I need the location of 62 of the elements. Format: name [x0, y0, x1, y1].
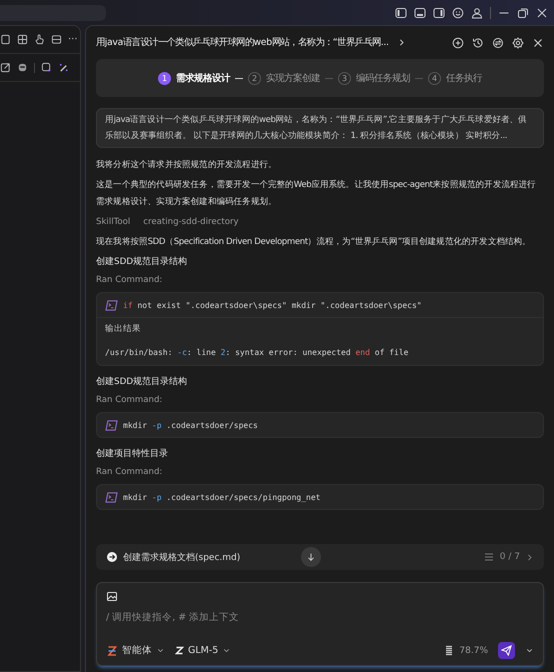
chat-sparkle-icon[interactable]: [41, 62, 52, 73]
arrow-circle-icon: [106, 551, 118, 563]
context-usage: 78.7%: [459, 646, 488, 656]
task-count: 0 / 7: [500, 552, 520, 562]
account-icon[interactable]: [471, 6, 483, 18]
new-chat-icon[interactable]: [452, 36, 464, 48]
task-label: 创建需求规格文档(spec.md): [123, 552, 240, 564]
step-heading: 创建项目特性目录: [96, 448, 169, 461]
message-text: 现在我将按照SDD（Specification Driven Development）流程，为“世界乒乓网”项目创建规范化的开发文档结构。: [96, 236, 532, 249]
command-label: Ran Command:: [96, 394, 164, 407]
tool-name: SkillTool: [96, 216, 130, 229]
sync-icon[interactable]: [492, 36, 504, 48]
output-label: 输出结果: [105, 323, 142, 336]
hand-pointer-icon[interactable]: [34, 34, 45, 45]
step-tab[interactable]: 1 需求规格设计: [158, 72, 230, 84]
output-text: /usr/bin/bash: -c: line 2: syntax error: unexpected end of file: [105, 348, 408, 357]
step-tab[interactable]: 4 任务执行: [428, 72, 482, 84]
grid-icon[interactable]: [17, 34, 28, 45]
image-icon[interactable]: [106, 591, 118, 603]
step-tab[interactable]: 2 实现方案创建: [248, 72, 320, 84]
model-selector[interactable]: GLM-5: [175, 645, 232, 656]
more-button[interactable]: ···: [68, 34, 78, 45]
message-text: 这是一个典型的代码研发任务，需要开发一个完整的Web应用系统。让我使用spec-agent来按照规范的开发流程进行需求规格设计、实现方案创建和编码任务规划。: [96, 178, 537, 209]
command-label: Ran Command:: [96, 466, 164, 479]
terminal-icon: [105, 492, 118, 502]
settings-icon[interactable]: [512, 36, 524, 48]
chevron-right-icon[interactable]: [525, 552, 534, 562]
command-text: mkdir -p .codeartsdoer/specs/pingpong_net: [123, 492, 320, 502]
panel-bottom-icon[interactable]: [414, 6, 426, 18]
terminal-icon: [105, 300, 118, 310]
tool-value: creating-sdd-directory: [143, 216, 239, 229]
open-external-icon[interactable]: [0, 62, 11, 73]
terminal-icon: [105, 420, 118, 430]
agent-logo-icon: [106, 644, 118, 656]
scroll-down-button[interactable]: [301, 547, 321, 567]
step-tab[interactable]: 3 编码任务规划: [338, 72, 410, 84]
smiley-icon[interactable]: [452, 6, 464, 18]
model-logo-icon: [175, 646, 184, 655]
command-text: if not exist ".codeartsdoer\specs" mkdir ".codeartsdoer\specs": [123, 300, 422, 310]
agent-selector[interactable]: 智能体: [106, 644, 165, 657]
send-button[interactable]: [498, 642, 515, 659]
history-icon[interactable]: [472, 36, 484, 48]
magic-wand-icon[interactable]: [58, 62, 69, 73]
list-icon: [482, 551, 495, 563]
split-icon[interactable]: [51, 34, 62, 45]
sidebar-right-icon[interactable]: [433, 6, 445, 18]
close-icon[interactable]: [536, 6, 548, 18]
message-field[interactable]: / 调用快捷指令, # 添加上下文: [106, 610, 534, 624]
message-text: 我将分析这个请求并按照规范的开发流程进行。: [96, 158, 278, 172]
file-icon[interactable]: [0, 34, 11, 45]
command-text: mkdir -p .codeartsdoer/specs: [123, 420, 258, 430]
arrow-down-icon: [306, 552, 316, 562]
command-label: Ran Command:: [96, 274, 164, 287]
step-heading: 创建SDD规范目录结构: [96, 376, 188, 389]
step-heading: 创建SDD规范目录结构: [96, 256, 188, 269]
restore-icon[interactable]: [517, 6, 529, 18]
user-message: 用java语言设计一个类似乒乓球开球网的web网站，名称为：“世界乒乓网”,它主要服务于广大乒乓球爱好者、俱乐部以及赛事组织者。 以下是开球网的几大核心功能模块简介： 1. 积分排名系统（核心模块） 实时积分...: [96, 108, 544, 148]
sidebar-left-icon[interactable]: [395, 6, 407, 18]
chat-input[interactable]: / 调用快捷指令, # 添加上下文 智能体 GLM-5 78.7%: [96, 582, 544, 666]
close-icon[interactable]: [532, 36, 544, 48]
chat-title: 用java语言设计一个类似乒乓球开球网的web网站，名称为：“世界乒乓网...: [96, 36, 389, 49]
task-bar[interactable]: 创建需求规格文档(spec.md) 0 / 7: [96, 544, 544, 570]
